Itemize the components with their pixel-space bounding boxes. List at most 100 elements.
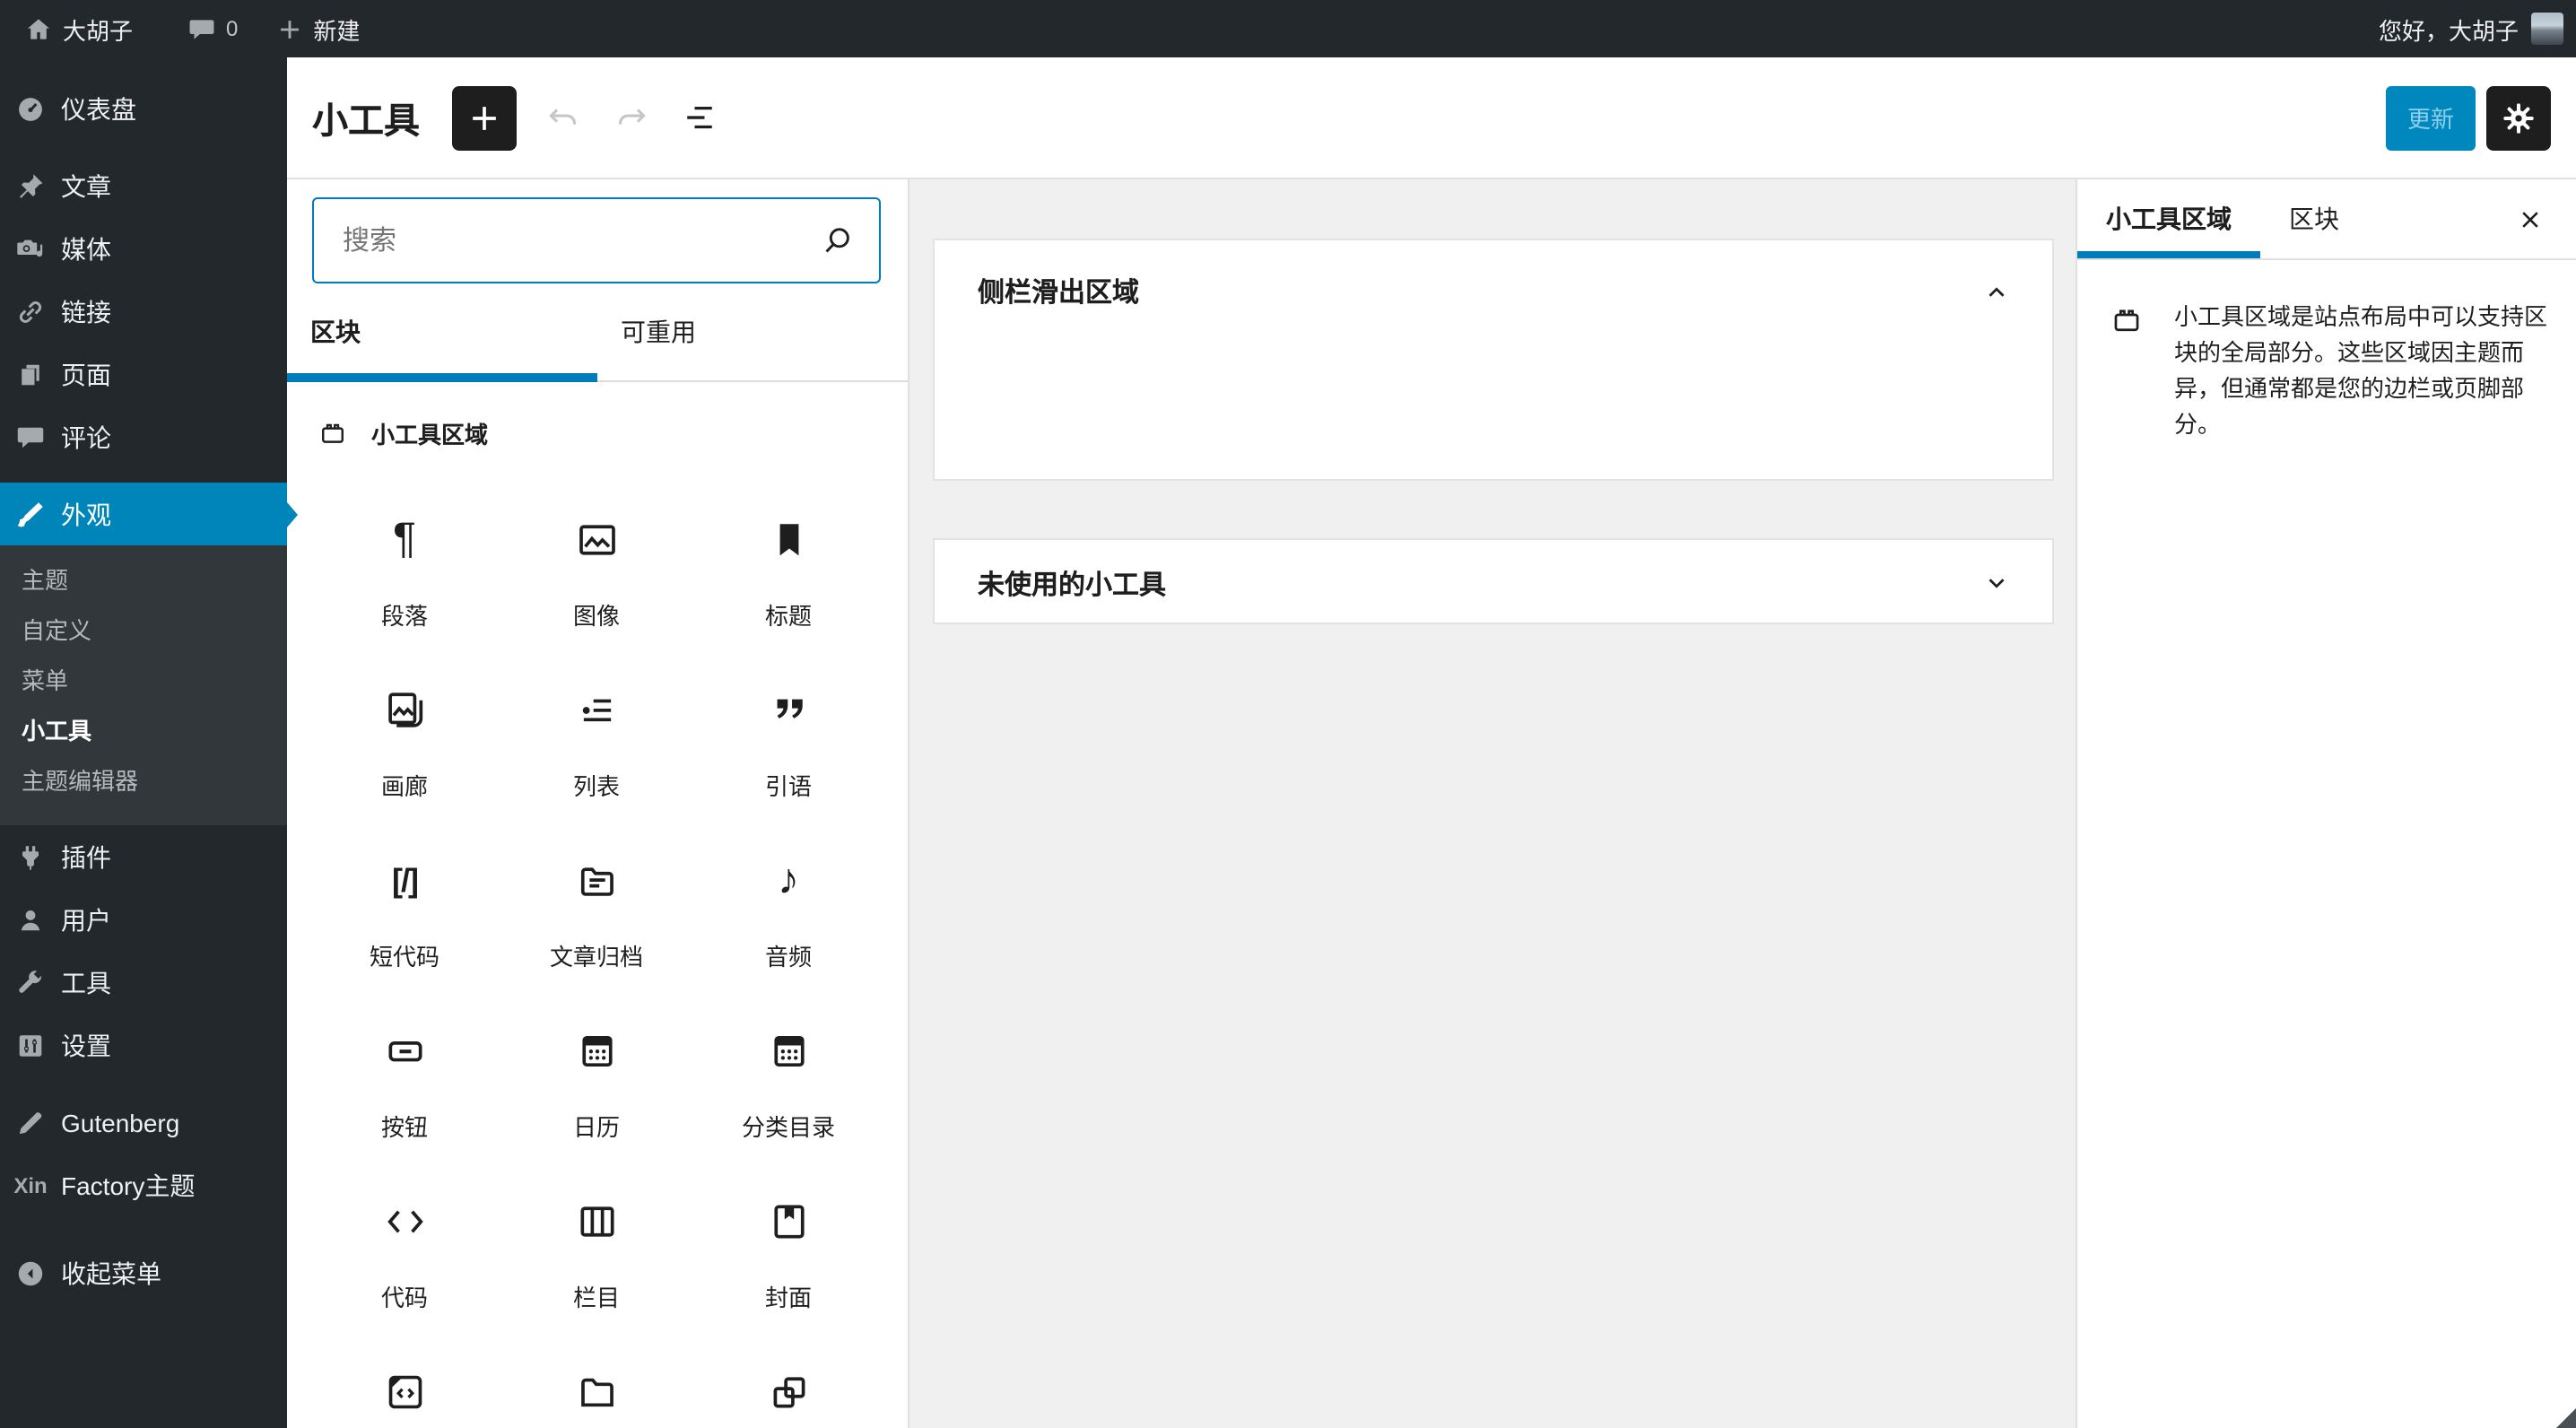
submenu-item-4[interactable]: 主题编辑器 <box>0 757 287 807</box>
media-icon <box>14 232 47 265</box>
sidebar-item-label: 评论 <box>61 422 111 451</box>
block-item-栏目[interactable]: 栏目 <box>500 1179 692 1349</box>
block-label: 代码 <box>380 1284 428 1311</box>
sidebar-item-extra-1[interactable]: Xin Factory主题 <box>0 1154 287 1216</box>
sidebar-item-extra-0[interactable]: Gutenberg <box>0 1091 287 1154</box>
undo-button[interactable] <box>531 85 596 150</box>
tab-widget-area-label: 小工具区域 <box>2106 205 2232 233</box>
redo-button[interactable] <box>599 85 664 150</box>
block-label: 按钮 <box>380 1114 428 1141</box>
settings-toggle-button[interactable] <box>2486 85 2551 150</box>
sidebar-item-main-3[interactable]: 页面 <box>0 343 287 405</box>
block-item-日历[interactable]: 日历 <box>500 1008 692 1179</box>
file-icon <box>573 1369 620 1415</box>
block-item-文章归档[interactable]: 文章归档 <box>500 838 692 1008</box>
calendar-icon <box>573 1028 620 1075</box>
sidebar-item-main-0[interactable]: 文章 <box>0 154 287 217</box>
site-menu-item[interactable]: 大胡子 <box>13 0 144 57</box>
widget-area-section-title: 小工具区域 <box>371 421 489 448</box>
block-label: 列表 <box>572 773 620 800</box>
xin-icon: Xin <box>13 1172 48 1197</box>
submenu-item-3[interactable]: 小工具 <box>0 707 287 757</box>
inserter-tabs: 区块 可重用 <box>287 283 908 382</box>
block-item-file-icon[interactable] <box>500 1349 692 1428</box>
categories-icon <box>765 1008 812 1094</box>
submenu-item-2[interactable]: 菜单 <box>0 657 287 707</box>
block-item-custom-html-icon[interactable] <box>309 1349 500 1428</box>
sidebar-item-label: 仪表盘 <box>61 95 136 124</box>
list-icon <box>573 667 620 753</box>
block-item-代码[interactable]: 代码 <box>309 1179 500 1349</box>
sidebar-item-dashboard[interactable]: 仪表盘 <box>0 79 287 140</box>
gear-icon <box>2499 98 2538 137</box>
shortcode-icon: [/] <box>392 838 419 924</box>
pencil-icon <box>14 1106 47 1138</box>
menu-separator <box>0 140 287 154</box>
block-item-段落[interactable]: ¶ 段落 <box>309 497 500 667</box>
plus-icon <box>274 13 304 44</box>
new-label: 新建 <box>313 17 361 44</box>
block-label: 图像 <box>572 603 620 630</box>
block-item-group-icon[interactable] <box>692 1349 884 1428</box>
appearance-submenu: 主题 自定义 菜单 小工具 主题编辑器 <box>0 545 287 825</box>
block-item-分类目录[interactable]: 分类目录 <box>692 1008 884 1179</box>
paragraph-icon: ¶ <box>393 515 416 563</box>
sidebar-item-lower-1[interactable]: 用户 <box>0 888 287 951</box>
block-item-标题[interactable]: 标题 <box>692 497 884 667</box>
sidebar-item-lower-2[interactable]: 工具 <box>0 951 287 1014</box>
sidebar-item-collapse-menu[interactable]: 收起菜单 <box>0 1241 287 1304</box>
paragraph-icon: ¶ <box>393 497 416 583</box>
block-item-画廊[interactable]: 画廊 <box>309 667 500 838</box>
comment-bubble-icon <box>187 13 217 44</box>
sidebar-item-main-2[interactable]: 链接 <box>0 280 287 343</box>
sidebar-item-appearance[interactable]: 外观 <box>0 483 298 545</box>
tab-block[interactable]: 区块 <box>2260 179 2368 258</box>
sidebar-item-label: 设置 <box>61 1031 111 1059</box>
audio-icon: ♪ <box>778 838 799 924</box>
group-icon <box>765 1349 812 1428</box>
avatar[interactable] <box>2531 13 2563 45</box>
sidebar-item-lower-3[interactable]: 设置 <box>0 1014 287 1076</box>
block-item-引语[interactable]: 引语 <box>692 667 884 838</box>
block-item-封面[interactable]: 封面 <box>692 1179 884 1349</box>
plugin-icon <box>14 840 47 873</box>
archives-icon <box>573 858 620 904</box>
list-view-button[interactable] <box>667 85 732 150</box>
block-item-音频[interactable]: ♪ 音频 <box>692 838 884 1008</box>
audio-icon: ♪ <box>778 856 799 904</box>
comments-menu-item[interactable]: 0 <box>176 0 248 57</box>
update-button[interactable]: 更新 <box>2386 85 2476 150</box>
menu-separator <box>0 1216 287 1241</box>
sidebar-item-lower-0[interactable]: 插件 <box>0 825 287 888</box>
tab-reusable[interactable]: 可重用 <box>597 283 908 380</box>
submenu-item-0[interactable]: 主题 <box>0 556 287 606</box>
block-item-短代码[interactable]: [/] 短代码 <box>309 838 500 1008</box>
wrench-icon <box>14 966 47 998</box>
widget-area-card-header[interactable]: 未使用的小工具 <box>935 540 2052 626</box>
widget-area-card-0: 侧栏滑出区域 <box>933 239 2054 481</box>
tab-blocks-label: 区块 <box>310 318 361 346</box>
new-content-menu-item[interactable]: 新建 <box>263 0 370 57</box>
block-item-图像[interactable]: 图像 <box>500 497 692 667</box>
block-item-按钮[interactable]: 按钮 <box>309 1008 500 1179</box>
block-search-input[interactable] <box>339 223 818 257</box>
tab-widget-area[interactable]: 小工具区域 <box>2077 179 2260 258</box>
custom-html-icon <box>381 1369 428 1415</box>
sidebar-item-main-4[interactable]: 评论 <box>0 405 287 468</box>
block-inserter-toggle-button[interactable] <box>452 85 517 150</box>
sidebar-item-main-1[interactable]: 媒体 <box>0 217 287 280</box>
admin-bar-right: 您好，大胡子 <box>2379 12 2576 46</box>
widget-area-card-header[interactable]: 侧栏滑出区域 <box>935 240 2052 310</box>
close-settings-button[interactable] <box>2497 179 2562 258</box>
tab-blocks[interactable]: 区块 <box>287 283 597 382</box>
user-greeting[interactable]: 您好，大胡子 <box>2379 12 2519 46</box>
submenu-item-1[interactable]: 自定义 <box>0 606 287 657</box>
block-item-列表[interactable]: 列表 <box>500 667 692 838</box>
blocks-grid: ¶ 段落 图像 标题画廊 列表 引语 [/] 短代码 文章归档 ♪ 音频按钮 日历 分类目录代码 栏目 封面 <box>309 497 884 1428</box>
widget-area-icon <box>2110 303 2144 337</box>
block-label: 引语 <box>764 773 812 800</box>
columns-icon <box>573 1179 620 1265</box>
chevron-down-icon <box>1980 567 2013 599</box>
widget-area-section-header: 小工具区域 <box>318 411 908 454</box>
gallery-icon <box>381 667 428 753</box>
